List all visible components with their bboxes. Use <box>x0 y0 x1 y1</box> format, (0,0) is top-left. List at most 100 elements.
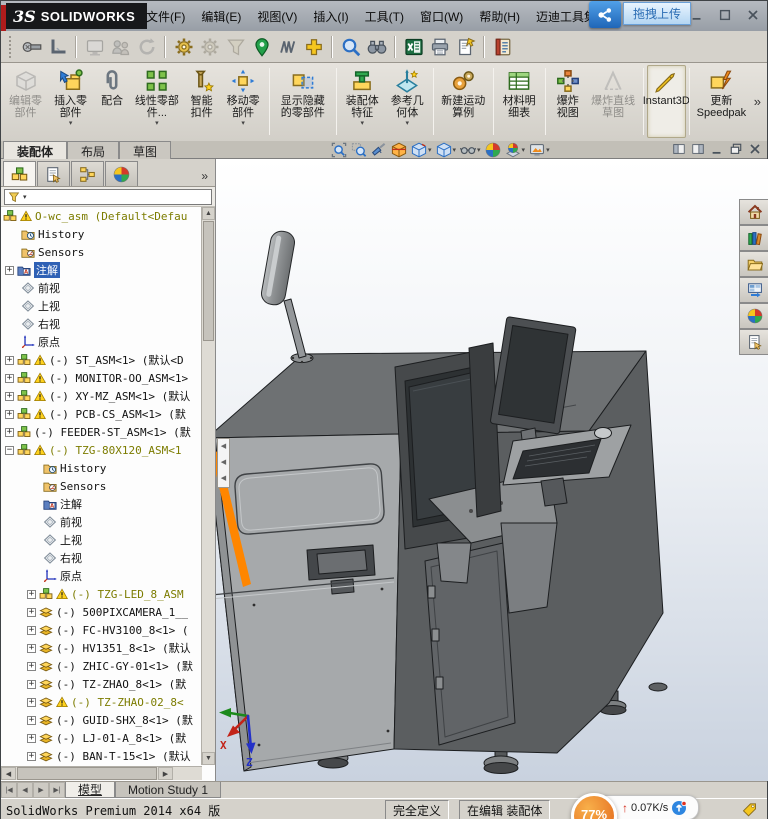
ribbon-bom-button[interactable]: 材料明细表 <box>497 65 542 138</box>
ribbon-linear-button[interactable]: 线性零部件...▾ <box>131 65 183 138</box>
ribbon-overflow-button[interactable]: » <box>750 94 765 109</box>
chevron-down-icon[interactable]: ▾ <box>69 120 73 127</box>
tree-item[interactable]: +(-) GUID-SHX_8<1> (默 <box>1 711 202 729</box>
zoomarea-button[interactable] <box>351 142 367 158</box>
tree-item[interactable]: +A注解 <box>1 261 202 279</box>
tree-item[interactable]: +(-) 500PIXCAMERA_1__ <box>1 603 202 621</box>
expander-plus-icon[interactable]: + <box>5 428 14 437</box>
tree-item[interactable]: +(-) TZG-LED_8_ASM <box>1 585 202 603</box>
funnel-icon[interactable] <box>8 191 20 203</box>
upload-cloud-icon[interactable] <box>671 800 687 816</box>
scroll-left-button[interactable]: ◀ <box>1 767 16 780</box>
monitor-button[interactable] <box>82 34 107 60</box>
tree-item[interactable]: 前视 <box>1 279 202 297</box>
expander-plus-icon[interactable]: + <box>27 752 36 761</box>
drag-upload-overlay[interactable]: 拖拽上传 <box>589 1 691 28</box>
ribbon-mate-button[interactable]: 配合 <box>93 65 131 138</box>
tree-item[interactable]: 上视 <box>1 531 202 549</box>
vertical-scroll-thumb[interactable] <box>203 221 214 341</box>
tab-草图[interactable]: 草图 <box>119 141 171 159</box>
winmin-button[interactable] <box>710 142 724 156</box>
users-button[interactable] <box>108 34 133 60</box>
tree-item[interactable]: 前视 <box>1 513 202 531</box>
panel-tab-features[interactable] <box>3 161 36 186</box>
paneright-button[interactable] <box>691 142 705 156</box>
tree-item[interactable]: +(-) PCB-CS_ASM<1> (默 <box>1 405 202 423</box>
chevron-down-icon[interactable]: ▾ <box>241 120 245 127</box>
chevron-down-icon[interactable]: ▾ <box>522 147 526 154</box>
refresh-button[interactable] <box>134 34 159 60</box>
winclose-button[interactable] <box>748 142 762 156</box>
tree-item[interactable]: 原点 <box>1 567 202 585</box>
tab-布局[interactable]: 布局 <box>67 141 119 159</box>
tree-item[interactable]: History <box>1 459 202 477</box>
panel-tab-display[interactable] <box>105 161 138 186</box>
ribbon-asmfeature-button[interactable]: 装配体特征▾ <box>340 65 385 138</box>
expander-plus-icon[interactable]: + <box>5 392 14 401</box>
tree-item[interactable]: 原点 <box>1 333 202 351</box>
taskpane-tab-resources[interactable] <box>739 199 768 225</box>
horizontal-scroll-thumb[interactable] <box>17 767 157 780</box>
doc-nav-button[interactable]: ◀ <box>17 782 33 798</box>
doc-nav-button[interactable]: ▶ <box>33 782 49 798</box>
pin-button[interactable] <box>249 34 274 60</box>
colorball-button[interactable] <box>485 142 501 158</box>
taskpane-tab-appearances[interactable] <box>739 303 768 329</box>
tree-item[interactable]: +(-) HV1351_8<1> (默认 <box>1 639 202 657</box>
tree-item[interactable]: A注解 <box>1 495 202 513</box>
ribbon-insertcomp-button[interactable]: 插入零部件▾ <box>48 65 93 138</box>
ribbon-instant3d-button[interactable]: Instant3D <box>647 65 686 138</box>
ribbon-editcomp-button[interactable]: 编辑零部件 <box>3 65 48 138</box>
scroll-down-button[interactable]: ▼ <box>202 752 215 765</box>
scene-button[interactable]: ▾ <box>505 142 526 158</box>
tree-item[interactable]: +(-) LJ-01-A_8<1> (默 <box>1 729 202 747</box>
tree-horizontal-scrollbar[interactable]: ◀ ▶ <box>1 766 202 780</box>
expander-minus-icon[interactable]: − <box>5 446 14 455</box>
panel-tab-properties[interactable] <box>37 161 70 186</box>
cross-button[interactable] <box>301 34 326 60</box>
tree-item[interactable]: +(-) MONITOR-OO_ASM<1> <box>1 369 202 387</box>
chevron-down-icon[interactable]: ▾ <box>155 120 159 127</box>
tree-item[interactable]: 右视 <box>1 549 202 567</box>
menu-item-5[interactable]: 工具(T) <box>358 5 411 28</box>
expander-plus-icon[interactable]: + <box>5 374 14 383</box>
winrestore-button[interactable] <box>729 142 743 156</box>
tree-item[interactable]: 右视 <box>1 315 202 333</box>
tree-vertical-scrollbar[interactable]: ▲ ▼ <box>201 207 215 765</box>
tree-item[interactable]: Sensors <box>1 243 202 261</box>
taskpane-tab-custom-properties[interactable] <box>739 329 768 355</box>
tree-item[interactable]: 上视 <box>1 297 202 315</box>
chevron-down-icon[interactable]: ▾ <box>477 147 481 154</box>
tree-item[interactable]: +(-) TZ-ZHAO_8<1> (默 <box>1 675 202 693</box>
chevron-down-icon[interactable]: ▾ <box>360 120 364 127</box>
glasses-button[interactable]: ▾ <box>460 142 481 158</box>
spring-button[interactable] <box>275 34 300 60</box>
expander-plus-icon[interactable]: + <box>27 626 36 635</box>
menu-item-4[interactable]: 插入(I) <box>306 5 355 28</box>
ribbon-explview-button[interactable]: 爆炸视图 <box>549 65 587 138</box>
expander-plus-icon[interactable]: + <box>27 644 36 653</box>
doc-nav-button[interactable]: ▶| <box>49 782 65 798</box>
chevron-down-icon[interactable]: ▾ <box>546 147 550 154</box>
scroll-right-button[interactable]: ▶ <box>158 767 173 780</box>
magnifier-button[interactable] <box>338 34 363 60</box>
taskpane-tab-view-palette[interactable] <box>739 277 768 303</box>
doc-tab-1[interactable]: 模型 <box>65 782 115 798</box>
binoculars-button[interactable] <box>364 34 389 60</box>
zoomfit-button[interactable] <box>331 142 347 158</box>
tree-item[interactable]: +(-) FC-HV3100_8<1> ( <box>1 621 202 639</box>
gear-button[interactable] <box>171 34 196 60</box>
panel-flyout-handle[interactable]: ◀ ◀ ◀ <box>217 438 230 488</box>
expander-plus-icon[interactable]: + <box>27 680 36 689</box>
tree-item[interactable]: +(-) ZHIC-GY-01<1> (默 <box>1 657 202 675</box>
scroll-up-button[interactable]: ▲ <box>202 207 215 220</box>
angle-button[interactable] <box>45 34 70 60</box>
close-button[interactable] <box>742 6 764 24</box>
tree-item[interactable]: O-wc_asm (Default<Defau <box>1 207 202 225</box>
gear-button[interactable] <box>197 34 222 60</box>
menu-item-2[interactable]: 编辑(E) <box>194 5 248 28</box>
panel-tabs-overflow[interactable]: » <box>201 169 213 186</box>
printer-button[interactable] <box>427 34 452 60</box>
tree-item[interactable]: +(-) BAN-T-15<1> (默认 <box>1 747 202 765</box>
chevron-down-icon[interactable]: ▾ <box>406 120 410 127</box>
